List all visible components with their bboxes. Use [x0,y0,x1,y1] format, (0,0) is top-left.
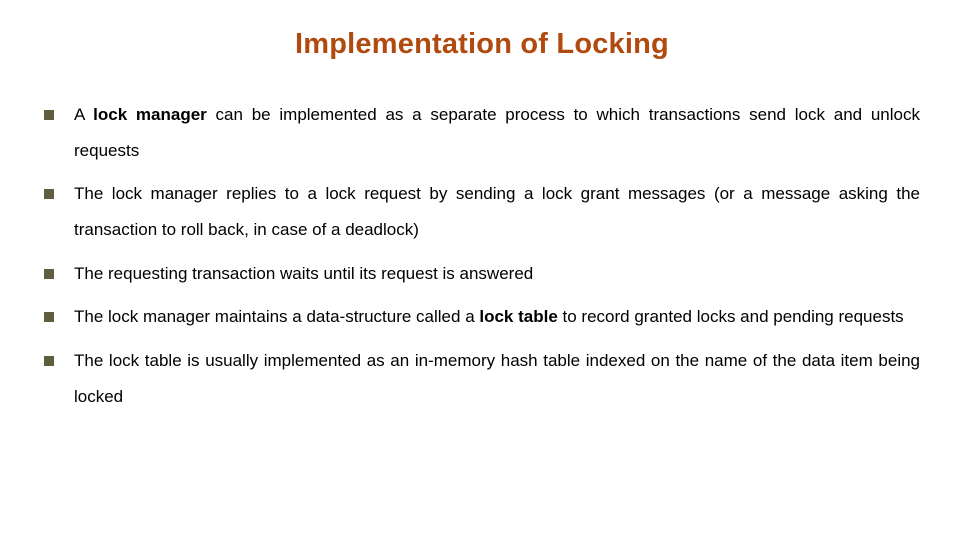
list-item: A lock manager can be implemented as a s… [44,97,920,168]
list-item: The lock manager maintains a data-struct… [44,299,920,335]
list-item: The lock table is usually implemented as… [44,343,920,414]
bullet-list: A lock manager can be implemented as a s… [44,97,920,415]
list-item: The requesting transaction waits until i… [44,256,920,292]
list-item: The lock manager replies to a lock reque… [44,176,920,247]
bullet-text-bold: lock table [479,307,557,326]
bullet-text-bold: lock manager [93,105,207,124]
bullet-text-post: to record granted locks and pending requ… [558,307,904,326]
bullet-text-pre: The lock manager replies to a lock reque… [74,184,920,239]
slide: Implementation of Locking A lock manager… [0,0,960,540]
bullet-text-pre: The requesting transaction waits until i… [74,264,533,283]
slide-title: Implementation of Locking [44,28,920,61]
bullet-text-pre: A [74,105,93,124]
bullet-text-pre: The lock manager maintains a data-struct… [74,307,479,326]
bullet-text-pre: The lock table is usually implemented as… [74,351,920,406]
